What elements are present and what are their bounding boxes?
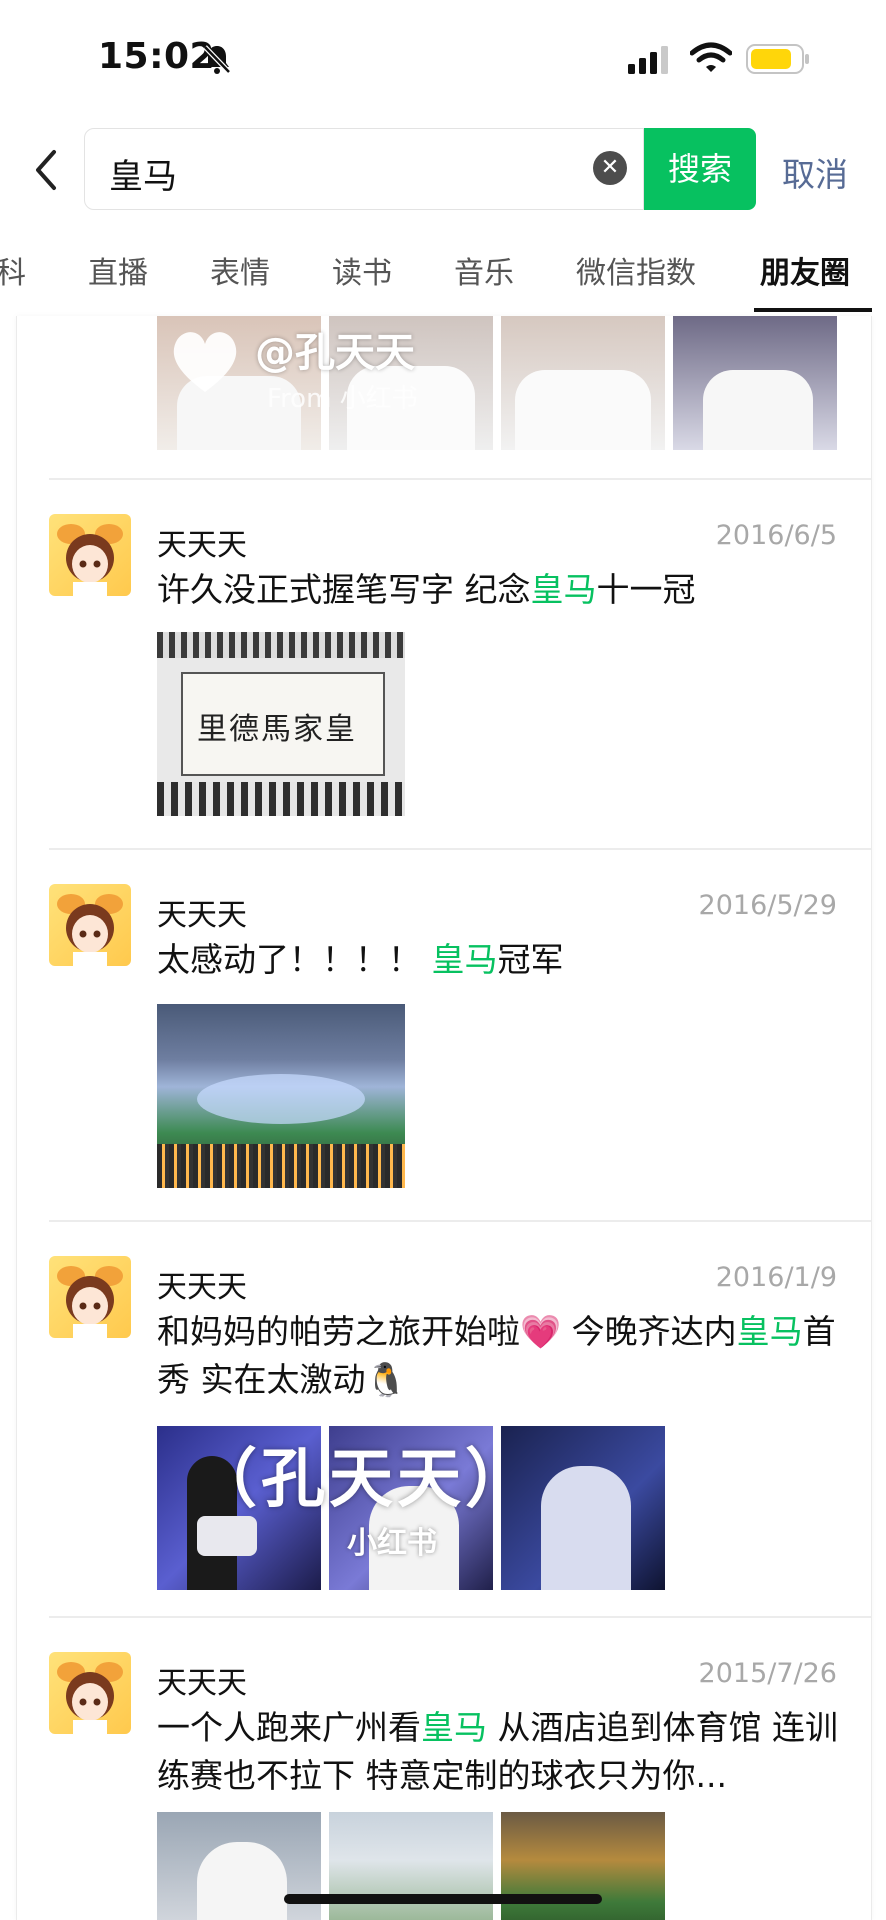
post-author[interactable]: 天天天 xyxy=(157,1658,247,1702)
status-time: 15:02 xyxy=(98,36,216,77)
post-date: 2016/6/5 xyxy=(715,520,837,551)
post-text: 和妈妈的帕劳之旅开始啦💗 今晚齐达内皇马首秀 实在太激动🐧 xyxy=(157,1308,847,1404)
post-text: 太感动了！！！！ 皇马冠军 xyxy=(157,936,847,984)
post-author[interactable]: 天天天 xyxy=(157,1262,247,1306)
post-author[interactable]: 天天天 xyxy=(157,890,247,934)
back-chevron-icon[interactable] xyxy=(28,146,68,194)
text-segment: 和妈妈的帕劳之旅开始啦💗 今晚齐达内 xyxy=(157,1312,737,1351)
post-divider xyxy=(49,848,871,850)
avatar-girl-icon xyxy=(57,524,123,596)
clear-icon[interactable]: ✕ xyxy=(593,151,627,185)
search-button[interactable]: 搜索 xyxy=(644,128,756,210)
text-segment: 许久没正式握笔写字 纪念 xyxy=(157,570,531,609)
calligraphy-text: 皇家馬德里 xyxy=(197,712,357,747)
post-text: 许久没正式握笔写字 纪念皇马十一冠 xyxy=(157,566,847,614)
keyword-highlight: 皇马 xyxy=(736,1312,803,1351)
text-segment: 太感动了！！！！ xyxy=(157,940,432,979)
post-divider xyxy=(49,1616,871,1618)
moments-feed[interactable]: @孔天天 From 小红书 天天天 2016/6/5 许久没正式握笔写字 纪念皇… xyxy=(16,316,872,1920)
cellular-signal-icon xyxy=(628,46,668,74)
xiaohongshu-watermark-heart-icon xyxy=(173,332,237,392)
post-author[interactable]: 天天天 xyxy=(157,520,247,564)
status-bar: 15:02 xyxy=(0,0,886,120)
text-segment: 冠军 xyxy=(497,940,564,979)
post-image[interactable] xyxy=(673,316,837,450)
tab-moments[interactable]: 朋友圈 xyxy=(760,248,850,292)
avatar-girl-icon xyxy=(57,1266,123,1338)
watermark-handle: @孔天天 xyxy=(255,330,415,376)
active-tab-indicator xyxy=(754,308,872,312)
cancel-button[interactable]: 取消 xyxy=(782,148,848,196)
keyword-highlight: 皇马 xyxy=(421,1708,487,1747)
post-date: 2015/7/26 xyxy=(698,1658,837,1689)
post-image[interactable] xyxy=(157,1004,405,1188)
post-text: 一个人跑来广州看皇马 从酒店追到体育馆 连训练赛也不拉下 特意定制的球衣只为你.… xyxy=(157,1704,847,1800)
tab-books[interactable]: 读书 xyxy=(332,248,392,292)
post-divider xyxy=(49,1220,871,1222)
battery-icon xyxy=(746,44,809,74)
home-indicator[interactable] xyxy=(284,1894,602,1904)
text-segment: 一个人跑来广州看 xyxy=(157,1708,421,1747)
avatar[interactable] xyxy=(49,514,131,596)
tab-live[interactable]: 直播 xyxy=(88,248,148,292)
tab-music[interactable]: 音乐 xyxy=(454,248,514,292)
wifi-icon xyxy=(690,42,732,72)
tab-stickers[interactable]: 表情 xyxy=(210,248,270,292)
keyword-highlight: 皇马 xyxy=(530,570,597,609)
post-divider xyxy=(49,478,871,480)
avatar-girl-icon xyxy=(57,894,123,966)
post-image[interactable] xyxy=(501,316,665,450)
tab-wechat-index[interactable]: 微信指数 xyxy=(576,248,696,292)
avatar[interactable] xyxy=(49,1256,131,1338)
post-date: 2016/1/9 xyxy=(715,1262,837,1293)
avatar[interactable] xyxy=(49,1652,131,1734)
category-tabs: 科 直播 表情 读书 音乐 微信指数 朋友圈 xyxy=(0,220,886,316)
tab-baike[interactable]: 科 xyxy=(0,248,26,292)
watermark-handle: （孔天天） xyxy=(193,1443,533,1517)
search-input[interactable]: 皇马 ✕ xyxy=(84,128,644,210)
search-bar: 皇马 ✕ 搜索 取消 xyxy=(0,120,886,220)
post-image[interactable]: 皇家馬德里 xyxy=(157,632,405,816)
text-segment: 十一冠 xyxy=(596,570,696,609)
search-query: 皇马 xyxy=(109,157,177,197)
post-date: 2016/5/29 xyxy=(698,890,837,921)
avatar[interactable] xyxy=(49,884,131,966)
avatar-girl-icon xyxy=(57,1662,123,1734)
mute-bell-icon xyxy=(203,45,231,74)
keyword-highlight: 皇马 xyxy=(431,940,498,979)
watermark-source: From 小红书 xyxy=(267,384,418,414)
watermark-source: 小红书 xyxy=(347,1526,437,1561)
